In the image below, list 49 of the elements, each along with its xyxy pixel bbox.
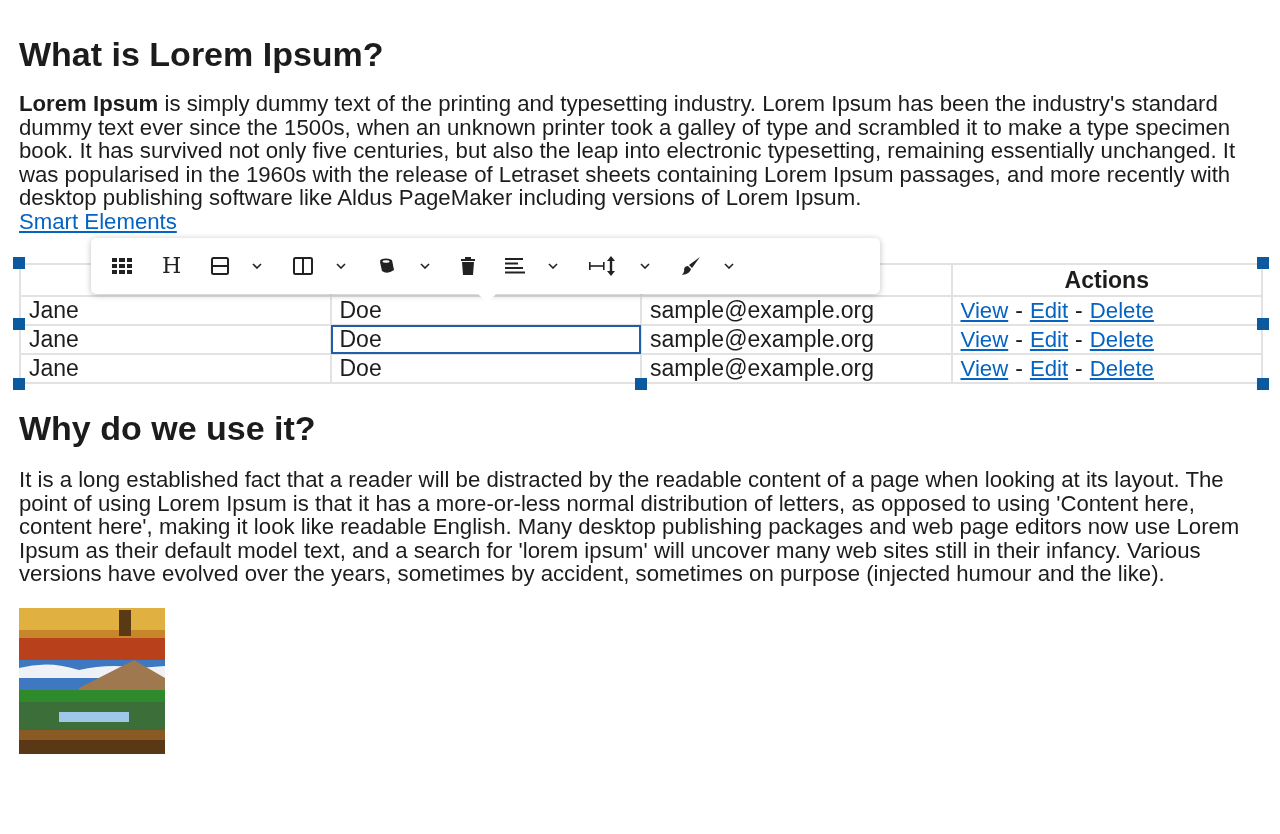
action-link[interactable]: Delete	[1089, 356, 1154, 381]
separator-text: -	[1075, 326, 1083, 352]
table-cell[interactable]: Jane	[20, 325, 331, 354]
grid-icon	[112, 258, 132, 274]
action-link[interactable]: View	[960, 298, 1009, 323]
table-cell[interactable]: sample@example.org	[641, 325, 952, 354]
action-link[interactable]: Edit	[1029, 298, 1069, 323]
paragraph: It is a long established fact that a reader will be distracted by the readable content of a page when looking at its layout. The point of using Lorem Ipsum is that it has a more-or-less normal distribution of letters, as opposed to using 'Content here, content here', making it look like readable English. Many desktop publishing packages and web page editors now use Lorem Ipsum as their default model text, and a search for 'lorem ipsum' will uncover many web sites still in their infancy. Various versions have evolved over the years, sometimes by accident, sometimes on purpose (injected humour and the like).	[19, 468, 1241, 586]
separator-text: -	[1075, 355, 1083, 381]
page-heading: What is Lorem Ipsum?	[19, 36, 385, 72]
table-cell[interactable]: sample@example.org	[641, 296, 952, 325]
action-link[interactable]: Edit	[1029, 327, 1069, 352]
separator-text: -	[1015, 355, 1023, 381]
brush-icon	[681, 256, 702, 276]
resize-handle[interactable]	[1257, 317, 1269, 330]
action-link[interactable]: View	[960, 356, 1009, 381]
resize-handle[interactable]	[635, 378, 647, 390]
caret-icon	[336, 263, 347, 269]
resize-handle[interactable]	[13, 317, 25, 330]
table-cell[interactable]: Doe	[330, 354, 641, 383]
section-heading: Why do we use it?	[19, 410, 317, 446]
caret-icon	[640, 263, 651, 269]
align-left-icon	[505, 258, 526, 274]
column-header: Actions	[951, 264, 1262, 296]
caret-icon	[724, 263, 735, 269]
resize-handle[interactable]	[13, 378, 25, 390]
resize-handle[interactable]	[1257, 257, 1269, 269]
action-link[interactable]: View	[960, 327, 1009, 352]
separator-text: -	[1075, 297, 1083, 323]
table-cell[interactable]: Jane	[20, 354, 331, 383]
caret-icon	[548, 263, 559, 269]
action-link[interactable]: Delete	[1089, 327, 1154, 352]
columns-icon	[293, 257, 314, 275]
table-cell[interactable]: Doe	[330, 325, 641, 354]
separator-text: -	[1015, 326, 1023, 352]
table-cell[interactable]: Doe	[330, 296, 641, 325]
separator-text: -	[1015, 297, 1023, 323]
resize-handle[interactable]	[1257, 378, 1269, 390]
size-icon	[589, 256, 618, 276]
caret-icon	[420, 263, 431, 269]
trash-icon	[461, 257, 476, 275]
toolbar-button[interactable]: H	[157, 251, 187, 281]
action-link[interactable]: Edit	[1029, 356, 1069, 381]
paragraph: Lorem Ipsum is simply dummy text of the printing and typesetting industry. Lorem Ipsum has been the industry's standard dummy text ever since the 1500s, when an unknown printer took a galley of type and scrambled it to make a type specimen book. It has survived not only five centuries, but also the leap into electronic typesetting, remaining essentially unchanged. It was popularised in the 1960s with the release of Letraset sheets containing Lorem Ipsum passages, and more recently with desktop publishing software like Aldus PageMaker including versions of Lorem Ipsum.	[19, 92, 1237, 210]
resize-handle[interactable]	[13, 257, 25, 269]
table-cell[interactable]: Jane	[20, 296, 331, 325]
rows-icon	[211, 257, 230, 275]
action-link[interactable]: Delete	[1089, 298, 1154, 323]
caret-icon	[252, 263, 263, 269]
